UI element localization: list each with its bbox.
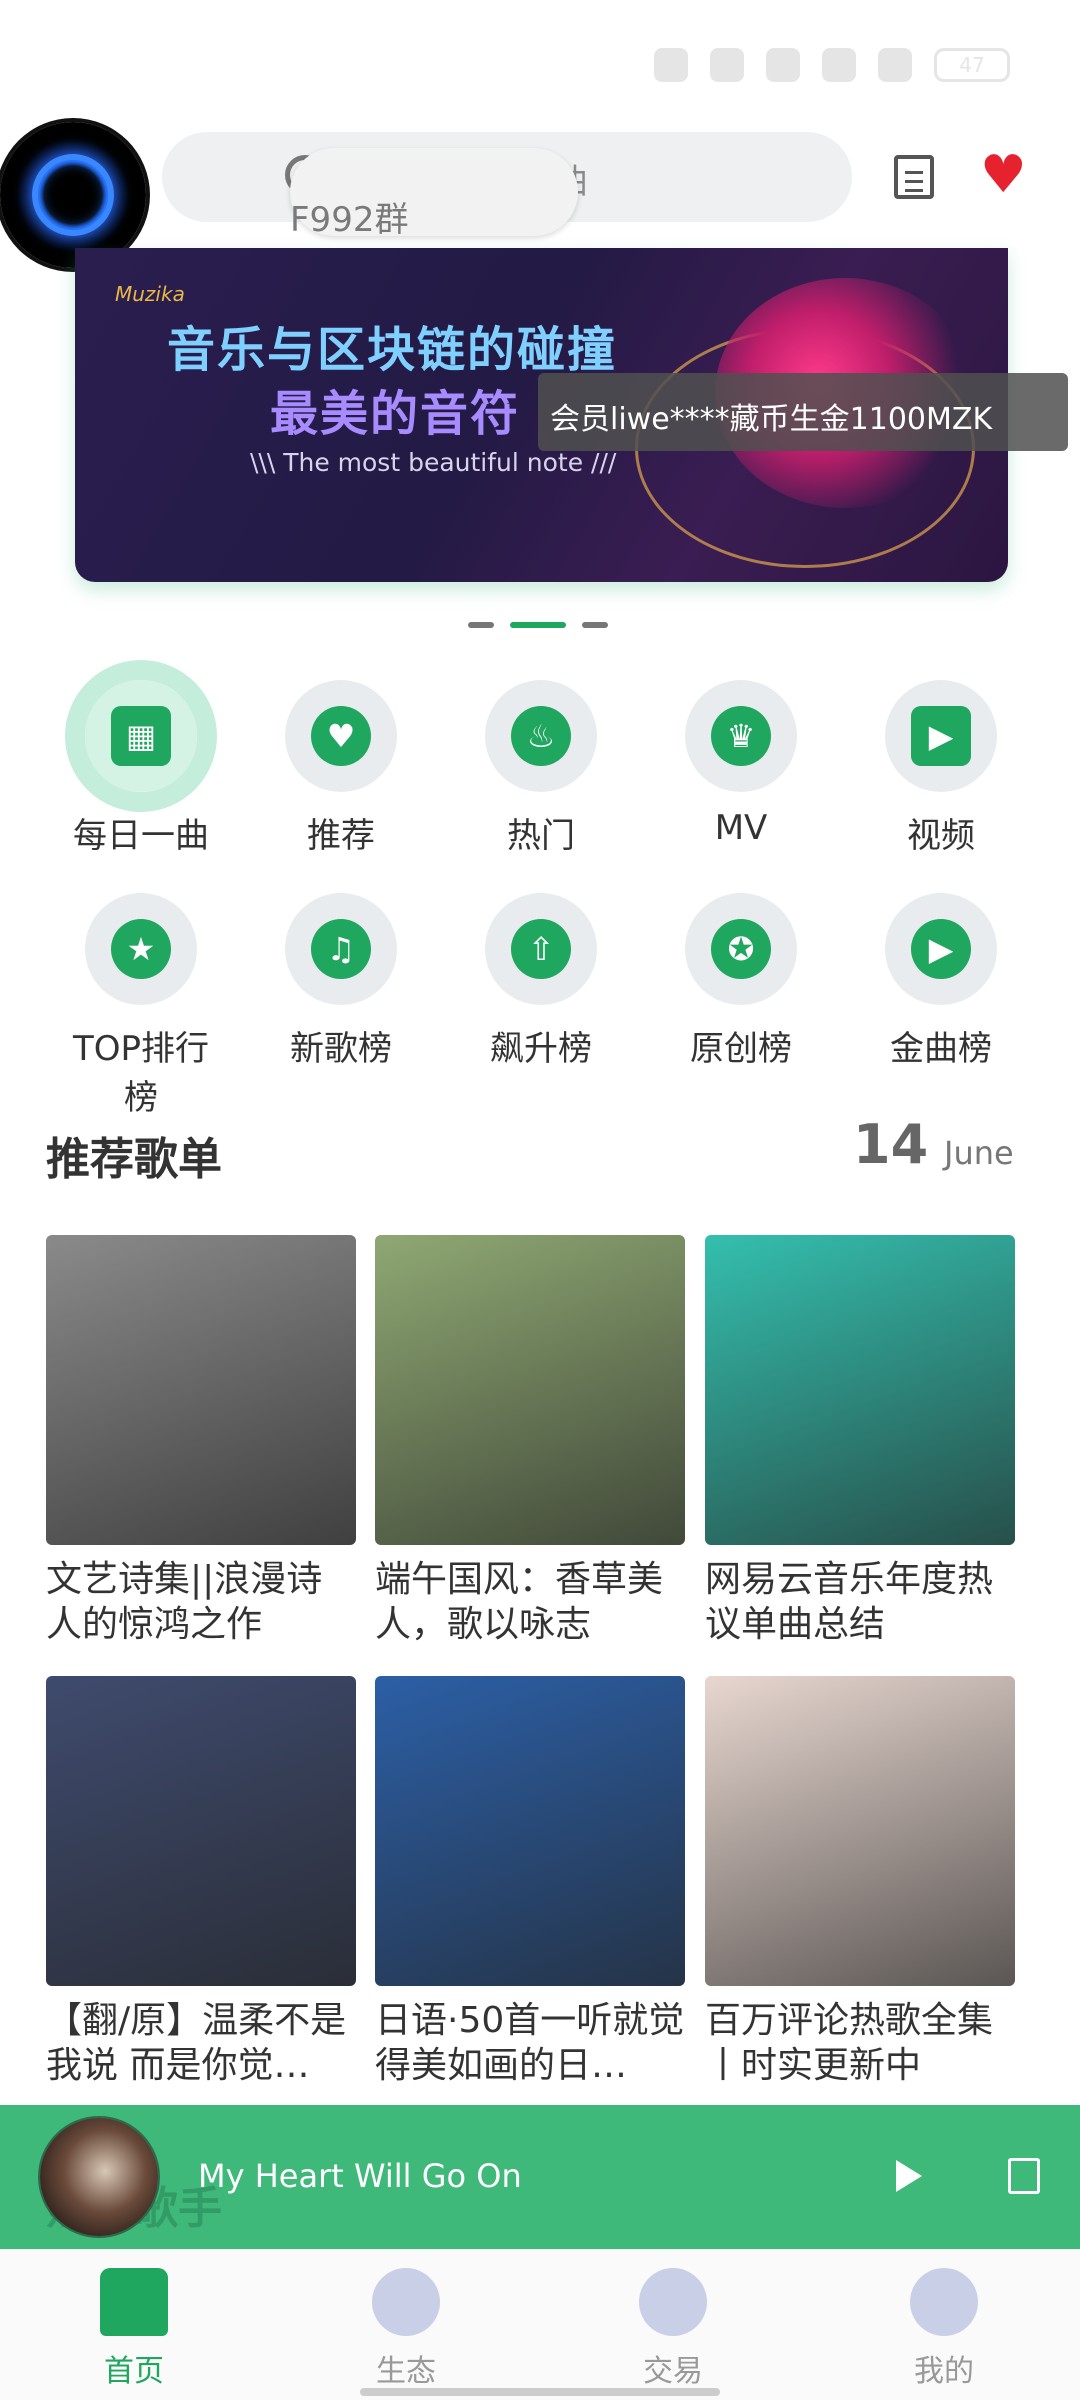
- carousel-dot[interactable]: [468, 622, 494, 628]
- shortcut-label: 飙升榜: [490, 1029, 592, 1069]
- shortcut-music-note[interactable]: ♫ 新歌榜: [261, 893, 421, 1070]
- shortcut-play-circle[interactable]: ▶ 金曲榜: [861, 893, 1021, 1070]
- shortcut-calendar[interactable]: ▦ 每日一曲: [61, 660, 221, 857]
- carousel-indicator: [468, 622, 608, 628]
- shortcut-circle: ♫: [285, 893, 397, 1005]
- shortcut-circle: ▦: [65, 660, 217, 812]
- playlist-card[interactable]: 网易云音乐年度热议单曲总结: [705, 1235, 1015, 1649]
- shortcut-trophy[interactable]: ♛ MV: [661, 680, 821, 848]
- tab-label: 生态: [376, 2354, 436, 2389]
- playlist-cover[interactable]: [46, 1676, 356, 1986]
- playlist-card[interactable]: 【翻/原】温柔不是我说 而是你觉…: [46, 1676, 356, 2090]
- tab-label: 首页: [104, 2354, 164, 2389]
- date-month: June: [944, 1134, 1014, 1172]
- tab-label: 交易: [643, 2354, 703, 2389]
- flame-icon: ♨: [511, 706, 571, 766]
- playlist-title: 【翻/原】温柔不是我说 而是你觉…: [46, 2000, 347, 2086]
- shortcut-circle: ★: [85, 893, 197, 1005]
- shortcut-label: 新歌榜: [290, 1029, 392, 1069]
- marquee-toast-text: 会员liwe****藏币生金1100MZK: [550, 402, 993, 437]
- profile-icon: [910, 2268, 978, 2336]
- playlist-cover[interactable]: [705, 1235, 1015, 1545]
- signal-icon: [878, 48, 912, 82]
- playlist-card[interactable]: 文艺诗集||浪漫诗人的惊鸿之作: [46, 1235, 356, 1649]
- status-icons: 47: [654, 48, 1010, 82]
- home-icon: [100, 2268, 168, 2336]
- playlist-card[interactable]: 百万评论热歌全集丨时实更新中: [705, 1676, 1015, 2090]
- shortcut-label: 每日一曲: [73, 816, 209, 856]
- queue-icon[interactable]: [1008, 2158, 1040, 2194]
- shortcut-circle: ⇧: [485, 893, 597, 1005]
- playlist-title: 网易云音乐年度热议单曲总结: [705, 1559, 994, 1645]
- shortcut-arrow-up[interactable]: ⇧ 飙升榜: [461, 893, 621, 1070]
- home-indicator: [360, 2388, 720, 2396]
- favorite-heart-icon[interactable]: ♥: [980, 149, 1027, 201]
- carousel-dot-active[interactable]: [510, 622, 566, 628]
- shortcut-circle: ♥: [285, 680, 397, 792]
- playlist-cover[interactable]: [375, 1676, 685, 1986]
- song-title: My Heart Will Go On: [198, 2157, 522, 2195]
- carousel-dot[interactable]: [582, 622, 608, 628]
- tab-home[interactable]: 首页: [64, 2268, 204, 2390]
- shortcut-circle: ♛: [685, 680, 797, 792]
- banner-subtitle: \\\ The most beautiful note ///: [250, 448, 617, 477]
- wallet-icon: [639, 2268, 707, 2336]
- trophy-icon: ♛: [711, 706, 771, 766]
- shortcut-label: 原创榜: [690, 1029, 792, 1069]
- status-bar: 47: [0, 0, 1080, 130]
- tab-compass[interactable]: 生态: [336, 2268, 476, 2390]
- arrow-up-icon: ⇧: [511, 919, 571, 979]
- shortcut-shield-star[interactable]: ★ TOP排行榜: [61, 893, 221, 1119]
- shortcut-circle: ♨: [485, 680, 597, 792]
- playlist-title: 日语·50首一听就觉得美如画的日…: [375, 2000, 685, 2086]
- shortcut-medal[interactable]: ✪ 原创榜: [661, 893, 821, 1070]
- banner-headline-2: 最美的音符: [270, 386, 521, 442]
- playlist-cover[interactable]: [46, 1235, 356, 1545]
- shortcut-label: TOP排行榜: [72, 1029, 210, 1118]
- shortcut-heart[interactable]: ♥ 推荐: [261, 680, 421, 857]
- compass-icon: [372, 2268, 440, 2336]
- video-icon: ▶: [911, 706, 971, 766]
- music-note-icon: ♫: [311, 919, 371, 979]
- wechat-icon: [654, 48, 688, 82]
- notification-icon: [710, 48, 744, 82]
- shield-star-icon: ★: [111, 919, 171, 979]
- section-title: 推荐歌单: [46, 1134, 222, 1185]
- playlist-title: 端午国风：香草美人，歌以咏志: [375, 1559, 664, 1645]
- playlist-cover[interactable]: [705, 1676, 1015, 1986]
- shortcut-circle: ▶: [885, 893, 997, 1005]
- tab-profile[interactable]: 我的: [874, 2268, 1014, 2390]
- heart-icon: ♥: [311, 706, 371, 766]
- playlist-card[interactable]: 日语·50首一听就觉得美如画的日…: [375, 1676, 685, 2090]
- playlist-cover[interactable]: [375, 1235, 685, 1545]
- play-circle-icon: ▶: [911, 919, 971, 979]
- shortcut-video[interactable]: ▶ 视频: [861, 680, 1021, 857]
- playlist-title: 百万评论热歌全集丨时实更新中: [705, 2000, 994, 2086]
- floating-toast-text: F992群: [290, 200, 409, 240]
- shortcut-circle: ✪: [685, 893, 797, 1005]
- battery-level: 47: [934, 48, 1010, 82]
- banner-logo: Muzika: [115, 282, 185, 306]
- banner-headline: 音乐与区块链的碰撞: [167, 322, 618, 378]
- shortcut-label: 推荐: [307, 816, 375, 856]
- shortcut-circle: ▶: [885, 680, 997, 792]
- shortcut-label: 视频: [907, 816, 975, 856]
- shortcut-label: MV: [714, 808, 768, 848]
- avatar[interactable]: [0, 122, 146, 268]
- shortcut-label: 热门: [507, 816, 575, 856]
- play-icon[interactable]: [896, 2160, 922, 2192]
- tab-wallet[interactable]: 交易: [603, 2268, 743, 2390]
- shortcut-label: 金曲榜: [890, 1029, 992, 1069]
- playlist-title: 文艺诗集||浪漫诗人的惊鸿之作: [46, 1559, 323, 1645]
- app-notification-icon: [766, 48, 800, 82]
- tab-label: 我的: [914, 2354, 974, 2389]
- wifi-icon: [822, 48, 856, 82]
- date-day: 14: [853, 1113, 929, 1176]
- playlist-card[interactable]: 端午国风：香草美人，歌以咏志: [375, 1235, 685, 1649]
- calendar-icon: ▦: [111, 706, 171, 766]
- album-art[interactable]: [40, 2118, 158, 2236]
- medal-icon: ✪: [711, 919, 771, 979]
- list-icon[interactable]: [894, 155, 934, 199]
- shortcut-flame[interactable]: ♨ 热门: [461, 680, 621, 857]
